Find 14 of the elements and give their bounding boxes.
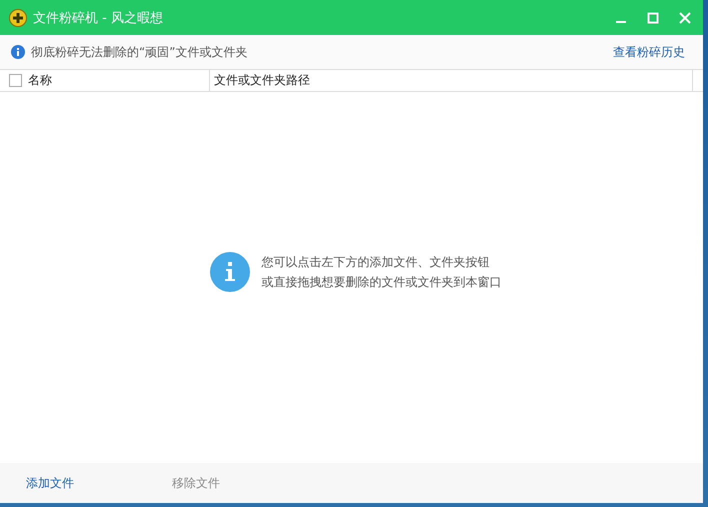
- hint-text: 或直接拖拽想要删除的文件或文件夹到本窗口: [262, 274, 502, 290]
- history-link[interactable]: 查看粉碎历史: [613, 44, 685, 60]
- window-title: 文件粉碎机 - 风之暇想: [33, 10, 164, 26]
- select-all-checkbox[interactable]: [9, 74, 22, 87]
- footer-link[interactable]: 添加文件: [26, 474, 74, 492]
- column-header[interactable]: 名称: [28, 70, 210, 91]
- app-icon: [9, 8, 27, 26]
- hint-text: 您可以点击左下方的添加文件、文件夹按钮: [262, 254, 490, 270]
- info-icon: [11, 45, 25, 59]
- close-icon[interactable]: [679, 12, 691, 24]
- info-icon: [210, 252, 250, 292]
- maximize-icon[interactable]: [647, 12, 659, 24]
- info-message: 彻底粉碎无法删除的“顽固”文件或文件夹: [31, 44, 248, 60]
- column-header[interactable]: 文件或文件夹路径: [210, 70, 693, 91]
